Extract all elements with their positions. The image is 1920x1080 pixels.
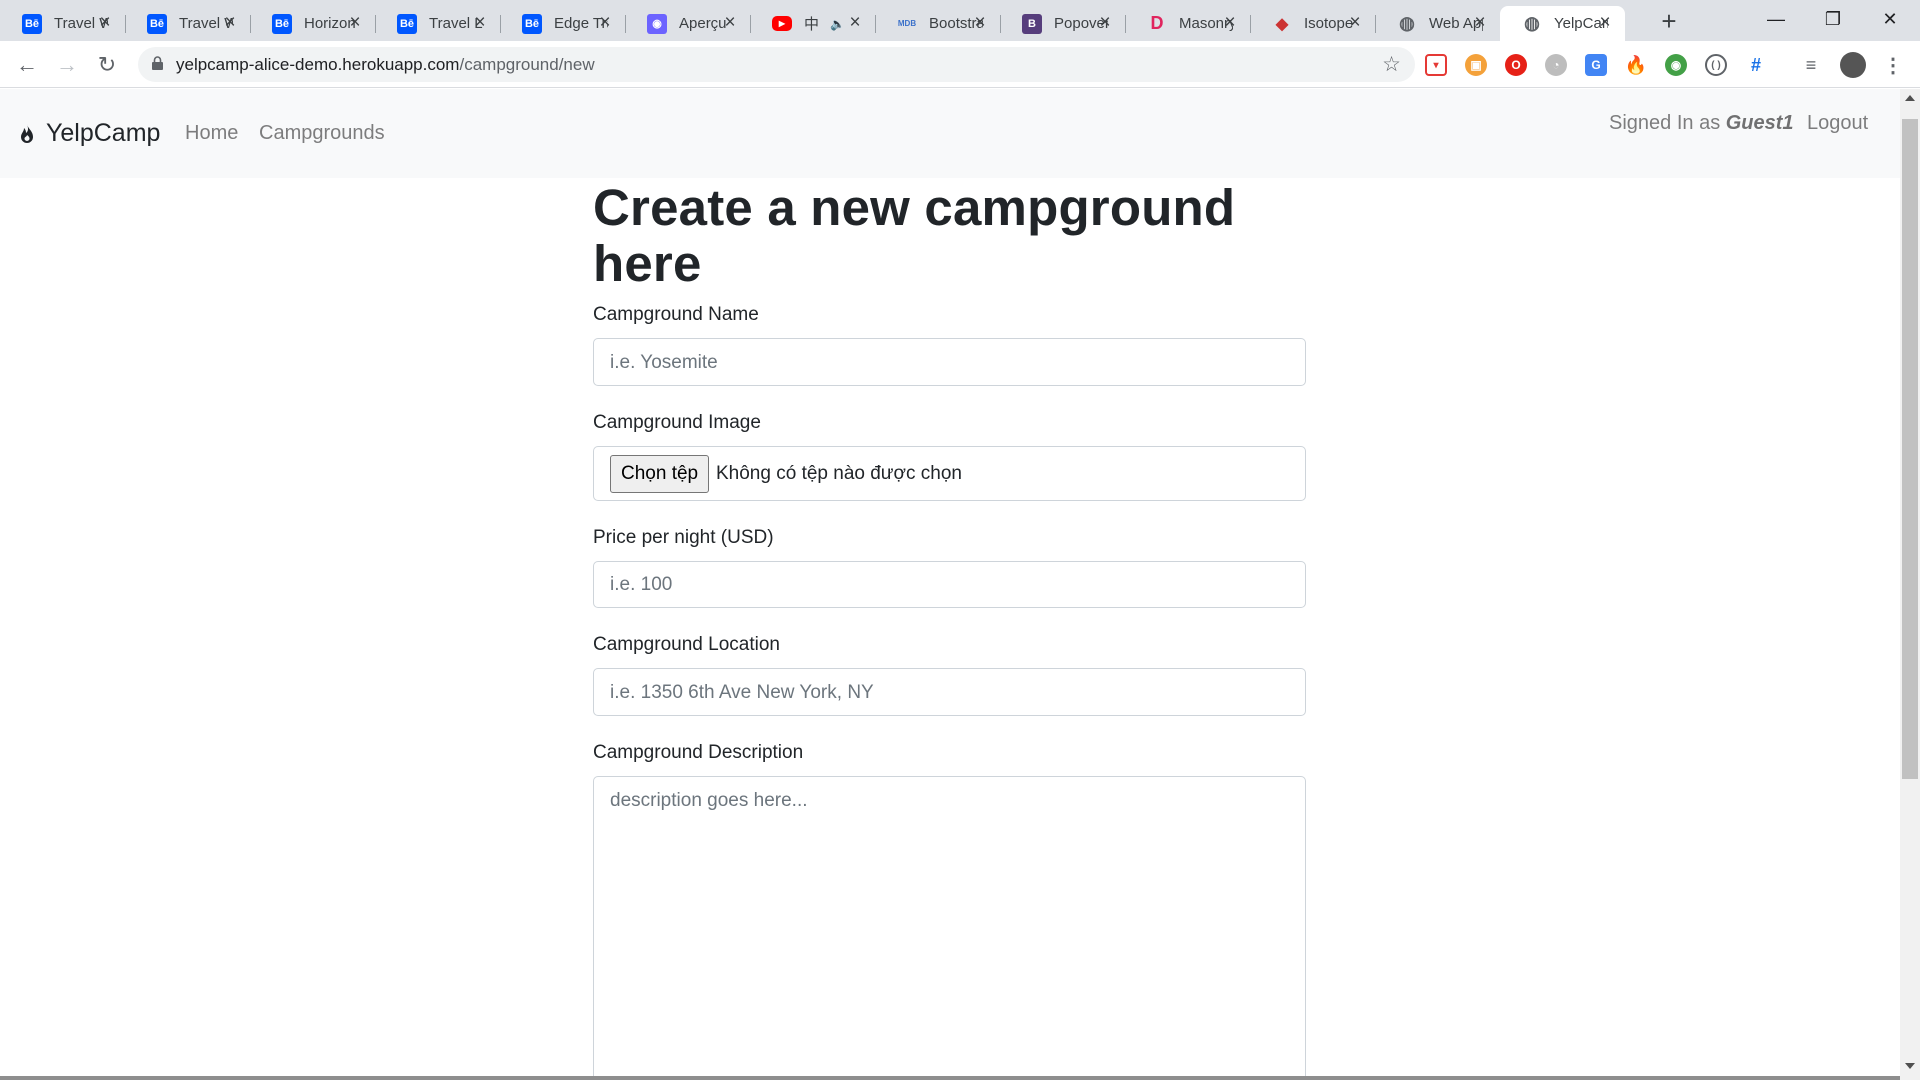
price-label: Price per night (USD) (593, 527, 774, 548)
logout-link[interactable]: Logout (1807, 112, 1868, 135)
browser-tab[interactable]: BēEdge Travel× (500, 6, 626, 41)
reload-icon[interactable]: ↻ (91, 49, 123, 81)
browser-tab[interactable]: ◍Web Application× (1375, 6, 1501, 41)
close-tab-icon[interactable]: × (1095, 13, 1115, 33)
new-campground-form: Create a new campground here Campground … (593, 178, 1306, 1080)
username: Guest1 (1725, 112, 1794, 134)
browser-tab[interactable]: ◆ Isotope × (1250, 6, 1376, 41)
behance-icon: Bē (22, 13, 42, 34)
fire-extension-icon[interactable]: 🔥 (1625, 54, 1647, 76)
close-tab-icon[interactable]: × (1220, 13, 1240, 33)
name-input[interactable]: i.e. Yosemite (593, 338, 1306, 386)
name-label: Campground Name (593, 304, 759, 325)
description-label: Campground Description (593, 742, 804, 763)
extension-icon[interactable]: ◔ (1545, 54, 1567, 76)
minimize-button[interactable]: — (1748, 4, 1804, 34)
forward-icon[interactable]: → (51, 49, 83, 81)
opera-extension-icon[interactable]: O (1505, 54, 1527, 76)
browser-tab[interactable]: Bē Horizon × (250, 6, 376, 41)
page-title: Create a new campground here (593, 179, 1236, 292)
scroll-up-arrow-icon[interactable] (1905, 95, 1915, 101)
isotope-icon: ◆ (1275, 15, 1289, 33)
browser-tab[interactable]: MDBBootstrap× (875, 6, 1001, 41)
signed-in-status: Signed In as Guest1 (1609, 112, 1794, 134)
page-viewport: YelpCamp Home Campgrounds Signed In as G… (0, 89, 1900, 1080)
shield-icon: ◉ (647, 13, 667, 34)
behance-icon: Bē (147, 13, 167, 34)
browser-tab[interactable]: BēTravel Website× (0, 6, 126, 41)
fire-icon (21, 123, 33, 143)
google-translate-icon[interactable]: G (1585, 54, 1607, 76)
browser-tab[interactable]: ◍YelpCamp× (1500, 6, 1625, 41)
close-tab-icon[interactable]: × (220, 13, 240, 33)
close-tab-icon[interactable]: × (1470, 13, 1490, 33)
description-placeholder: description goes here... (610, 790, 808, 811)
url-text: yelpcamp-alice-demo.herokuapp.com/campgr… (176, 55, 595, 74)
close-tab-icon[interactable]: × (470, 13, 490, 33)
nav-campgrounds-link[interactable]: Campgrounds (259, 122, 385, 145)
mdb-icon: MDB (897, 19, 917, 28)
name-placeholder: i.e. Yosemite (610, 352, 718, 373)
browser-tab[interactable]: ◉ Aperçu × (625, 6, 751, 41)
browser-tab[interactable]: D Masonry × (1125, 6, 1251, 41)
browser-tab[interactable]: BēTravel Website× (125, 6, 251, 41)
close-tab-icon[interactable]: × (345, 13, 365, 33)
extension-icon[interactable]: ( ) (1705, 54, 1727, 76)
scroll-down-arrow-icon[interactable] (1905, 1063, 1915, 1069)
globe-icon: ◍ (1399, 13, 1415, 33)
brand-label: YelpCamp (46, 119, 161, 147)
behance-icon: Bē (397, 13, 417, 34)
choose-file-button[interactable]: Chọn tệp (610, 455, 710, 493)
horizontal-scrollbar[interactable] (0, 1076, 1900, 1080)
profile-avatar[interactable] (1840, 52, 1866, 78)
nav-home-link[interactable]: Home (185, 122, 238, 145)
location-label: Campground Location (593, 634, 780, 655)
price-placeholder: i.e. 100 (610, 574, 673, 595)
maximize-button[interactable]: ❐ (1805, 4, 1861, 34)
behance-icon: Bē (522, 13, 542, 34)
location-input[interactable]: i.e. 1350 6th Ave New York, NY (593, 668, 1306, 716)
location-placeholder: i.e. 1350 6th Ave New York, NY (610, 682, 874, 703)
browser-toolbar: ← → ↻ yelpcamp-alice-demo.herokuapp.com/… (0, 41, 1920, 88)
behance-icon: Bē (272, 13, 292, 34)
file-status-text: Không có tệp nào được chọn (716, 463, 962, 484)
grid-extension-icon[interactable]: # (1745, 54, 1767, 76)
browser-menu-icon[interactable]: ⋮ (1882, 54, 1904, 77)
new-tab-button[interactable]: + (1655, 8, 1683, 36)
image-file-input[interactable]: Chọn tệp Không có tệp nào được chọn (593, 446, 1306, 501)
d-logo-icon: D (1150, 13, 1164, 33)
browser-tab-strip: BēTravel Website×BēTravel Website×BēHori… (0, 0, 1920, 41)
close-tab-icon[interactable]: × (1595, 13, 1615, 33)
media-control-icon[interactable]: ≡ (1800, 54, 1822, 76)
close-tab-icon[interactable]: × (970, 13, 990, 33)
back-icon[interactable]: ← (11, 49, 43, 81)
globe-extension-icon[interactable]: ◉ (1665, 54, 1687, 76)
pocket-extension-icon[interactable]: ▾ (1425, 54, 1447, 76)
brand-link[interactable]: YelpCamp (20, 119, 160, 148)
close-window-button[interactable]: ✕ (1862, 4, 1918, 34)
price-input[interactable]: i.e. 100 (593, 561, 1306, 608)
close-tab-icon[interactable]: × (95, 13, 115, 33)
vertical-scrollbar[interactable] (1900, 89, 1920, 1080)
image-label: Campground Image (593, 412, 761, 433)
browser-tab[interactable]: ▶ 中 🔈 × (750, 6, 876, 41)
bookmark-star-icon[interactable]: ☆ (1382, 52, 1401, 77)
site-navbar: YelpCamp Home Campgrounds Signed In as G… (0, 89, 1900, 178)
lock-icon (152, 56, 163, 70)
browser-tab[interactable]: BēTravel Landing× (375, 6, 501, 41)
browser-tab[interactable]: B Popover × (1000, 6, 1126, 41)
speaker-icon[interactable]: 🔈 (830, 17, 845, 31)
close-tab-icon[interactable]: × (845, 13, 865, 33)
youtube-icon: ▶ (772, 16, 792, 31)
close-tab-icon[interactable]: × (1345, 13, 1365, 33)
bootstrap-icon: B (1022, 13, 1042, 34)
tab-title: 中 (804, 16, 820, 33)
extension-icon[interactable]: ▣ (1465, 54, 1487, 76)
close-tab-icon[interactable]: × (595, 13, 615, 33)
scrollbar-thumb[interactable] (1902, 119, 1918, 779)
globe-icon: ◍ (1524, 13, 1540, 33)
description-textarea[interactable]: description goes here... (593, 776, 1306, 1080)
close-tab-icon[interactable]: × (720, 13, 740, 33)
address-bar[interactable]: yelpcamp-alice-demo.herokuapp.com/campgr… (138, 47, 1415, 82)
